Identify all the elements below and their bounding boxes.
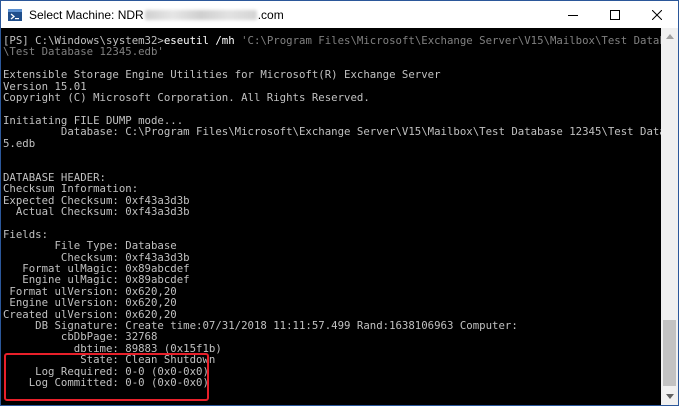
console-line: Checksum Information:: [3, 182, 139, 196]
console-window: Select Machine: NDR .com [PS] C:\Windows…: [0, 0, 679, 406]
command-argument-continued: \Test Database 12345.edb': [3, 45, 164, 59]
scroll-down-button[interactable]: [661, 388, 678, 405]
console-line: Database: C:\Program Files\Microsoft\Exc…: [3, 125, 661, 139]
window-title-suffix: .com: [257, 7, 284, 22]
console-output[interactable]: [PS] C:\Windows\system32>eseutil /mh 'C:…: [1, 28, 661, 405]
console-line: File Type: Database: [3, 239, 177, 253]
command: eseutil /mh: [163, 34, 242, 47]
vertical-scrollbar[interactable]: [661, 28, 678, 405]
minimize-icon: [568, 14, 578, 16]
console-line: Engine ulVersion: 0x620,20: [3, 296, 177, 310]
exchange-management-shell-icon: [7, 7, 23, 23]
caption-buttons: [552, 1, 678, 28]
arrow-down-icon: [665, 394, 674, 399]
maximize-icon: [610, 9, 620, 20]
window-title-prefix: Select Machine: NDR: [29, 7, 144, 22]
minimize-button[interactable]: [552, 1, 594, 28]
console-line: Extensible Storage Engine Utilities for …: [3, 68, 441, 82]
console-line: Actual Checksum: 0xf43a3d3b: [3, 205, 190, 218]
title-bar[interactable]: Select Machine: NDR .com: [1, 1, 678, 28]
redacted-hostname: [144, 9, 257, 20]
maximize-button[interactable]: [594, 1, 636, 28]
scroll-thumb[interactable]: [663, 320, 676, 386]
arrow-up-icon: [665, 34, 674, 39]
close-button[interactable]: [636, 1, 678, 28]
window-title: Select Machine: NDR .com: [29, 8, 284, 22]
highlight-box: [4, 353, 209, 401]
command-argument: 'C:\Program Files\Microsoft\Exchange Ser…: [241, 34, 661, 47]
console-line: 5.edb: [3, 136, 36, 150]
close-icon: [652, 9, 662, 20]
scroll-up-button[interactable]: [661, 28, 678, 45]
console-line: Copyright (C) Microsoft Corporation. All…: [3, 91, 370, 104]
